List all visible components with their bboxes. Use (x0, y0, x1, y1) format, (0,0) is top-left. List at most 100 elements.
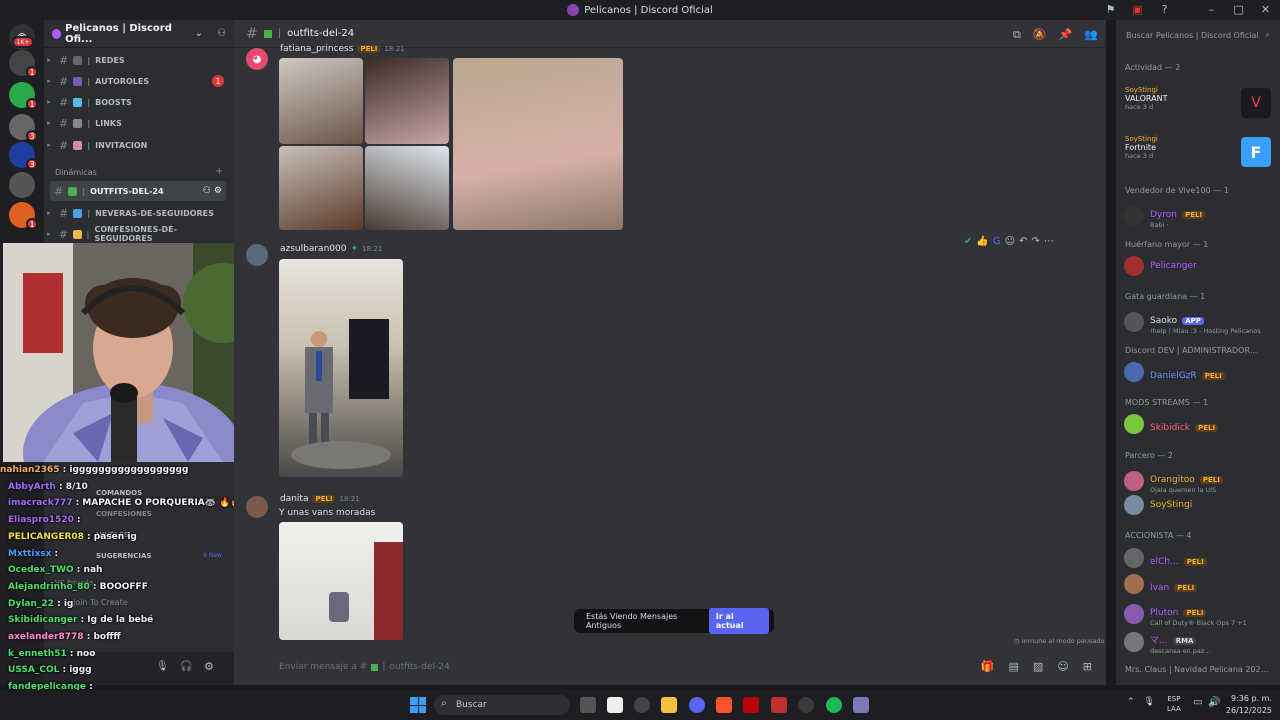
channel-title: outfits-del-24 (287, 28, 355, 39)
add-user-icon[interactable]: ⚇ (217, 28, 226, 39)
channel-item[interactable]: ▸ # | AUTOROLES (44, 71, 230, 91)
photo-figure (291, 319, 391, 469)
mute-icon[interactable]: 🔕 (1033, 28, 1047, 42)
image-attachment[interactable] (279, 522, 403, 640)
image-attachment[interactable] (365, 146, 449, 230)
image-attachment[interactable] (279, 58, 363, 144)
message-text: Y unas vans moradas (279, 508, 376, 518)
member-item[interactable]: Orangitoo PELI Ojala quemen la UIS (1124, 467, 1223, 494)
activity-card[interactable]: SoyStingi Fortnite hace 3 d F (1125, 135, 1271, 171)
help-icon[interactable]: ? (1158, 3, 1171, 16)
member-item[interactable]: Ivan PELI (1124, 574, 1198, 594)
channel-item[interactable]: ▸ # | CONFESIONES-DE-SEGUIDORES (44, 224, 230, 244)
jump-to-present-button[interactable]: Ir al actual (708, 608, 769, 634)
language-indicator[interactable]: ESP LAA (1167, 694, 1181, 714)
image-attachment[interactable] (453, 58, 623, 230)
message-input-placeholder: Enviar mensaje a # (279, 662, 368, 672)
message-input-channel: outfits-del-24 (389, 662, 450, 672)
channel-item[interactable]: ▸ # | NEVERAS-DE-SEGUIDORES (44, 203, 230, 223)
sticker-icon[interactable]: ▨ (1033, 660, 1043, 673)
settings-icon[interactable]: ⚇ ⚙ (203, 186, 222, 196)
chat-line: AbbyArth : 8/10 (8, 481, 88, 492)
chat-line: axelander8778 : boffff (8, 632, 121, 643)
old-messages-bar: Estás Viendo Mensajes Antiguos Ir al act… (574, 608, 774, 634)
guild-header[interactable]: Pelicanos | Discord Ofi... ⌄ ⚇ (44, 20, 234, 48)
member-item[interactable]: elCh... PELI (1124, 548, 1207, 568)
member-item[interactable]: マ... RMA descansa en paz... (1124, 628, 1211, 655)
obs-icon[interactable] (798, 697, 814, 713)
add-channel-icon[interactable]: + (215, 166, 223, 177)
chat-line: Ocedex_TWO : nah (8, 565, 103, 576)
member-item[interactable]: Pelicanger (1124, 256, 1197, 276)
channel-item-active[interactable]: # | OUTFITS-DEL-24 ⚇ ⚙ (50, 181, 226, 201)
channel-item[interactable]: ▸ # | LINKS (44, 113, 230, 133)
chat-line: Skibidicanger : Ig de la bebé (8, 615, 154, 626)
reaction-thumbs-icon[interactable]: 👍 (976, 236, 988, 247)
chat-line: imacrack777 : MAPACHE O PORQUERIA🦝 🔥🔥🔥🔥🔥 (8, 498, 276, 509)
channel-item[interactable]: ▸ # | REDES (44, 50, 230, 70)
image-attachment[interactable] (279, 259, 403, 477)
server-badge: 1 (26, 66, 38, 78)
chat-line: nahian2365 : igggggggggggggggggg (0, 465, 189, 475)
message-author: fatiana_princess PELI 18:21 (280, 44, 405, 54)
clock[interactable]: 9:36 p. m. 26/12/2025 (1226, 693, 1272, 717)
server-avatar[interactable] (9, 172, 35, 198)
member-item[interactable]: Saoko APP !help | Miau :3 - Hosting Pelic… (1124, 308, 1261, 335)
chevron-up-icon[interactable]: ⌃ (1127, 697, 1135, 707)
member-item[interactable]: DanielGzR PELI (1124, 362, 1225, 382)
discord-icon[interactable] (689, 697, 705, 713)
role-header: Huérfano mayor — 1 (1125, 240, 1209, 249)
chrome-icon[interactable] (634, 697, 650, 713)
reaction-g-icon[interactable]: G (993, 236, 1001, 247)
avatar[interactable] (246, 496, 268, 518)
netflix-icon[interactable] (743, 697, 759, 713)
inbox-icon[interactable]: ⚑ (1104, 3, 1117, 16)
member-item[interactable]: Dyron PELI Babi ‧ (1124, 202, 1206, 229)
brave-icon[interactable] (716, 697, 732, 713)
message-input[interactable]: Enviar mensaje a # | outfits-del-24 🎁 ▤ … (264, 654, 1104, 680)
pin-icon[interactable]: 📌 (1059, 28, 1073, 42)
xbox-icon[interactable] (771, 697, 787, 713)
screen-icon[interactable]: ▣ (1131, 3, 1144, 16)
server-badge: 1 (26, 218, 38, 230)
apps-icon[interactable]: ⊞ (1083, 660, 1092, 673)
gif-icon[interactable]: ▤ (1009, 660, 1019, 673)
image-attachment[interactable] (279, 146, 363, 230)
gift-icon[interactable]: 🎁 (981, 660, 995, 673)
close-icon[interactable]: ✕ (1259, 3, 1272, 16)
emoji-icon[interactable]: ☺ (1057, 660, 1068, 673)
windows-start-icon[interactable] (410, 697, 426, 713)
member-item[interactable]: Pluton PELI Call of Duty® Black Ops 7 +1 (1124, 600, 1247, 627)
app-icon[interactable] (853, 697, 869, 713)
task-view-icon[interactable] (580, 697, 596, 713)
member-item[interactable]: Skibidick PELI (1124, 414, 1219, 434)
taskbar-search[interactable]: ⌕ Buscar (434, 695, 570, 715)
notion-icon[interactable] (607, 697, 623, 713)
avatar[interactable]: ◕ (246, 48, 268, 70)
add-reaction-icon[interactable]: ☺ (1005, 236, 1015, 247)
role-header: Vendedor de Vive100 — 1 (1125, 186, 1229, 195)
role-header: Gata guardiana — 1 (1125, 292, 1206, 301)
search-input[interactable]: Buscar Pelicanos | Discord Oficial ⌕ (1116, 26, 1276, 44)
minimize-icon[interactable]: – (1205, 3, 1218, 16)
forward-icon[interactable]: ↷ (1031, 236, 1039, 247)
channel-item[interactable]: ▸ # | BOOSTS (44, 92, 230, 112)
avatar[interactable] (246, 244, 268, 266)
more-icon[interactable]: ⋯ (1044, 236, 1054, 247)
category-dinamicas[interactable]: Dinámicas (55, 168, 97, 177)
message-author: danita PELI 18:21 (280, 494, 360, 504)
mic-tray-icon[interactable]: 🎙 (1144, 697, 1155, 707)
reaction-check-icon[interactable]: ✔ (964, 236, 972, 247)
spotify-icon[interactable] (826, 697, 842, 713)
channel-item[interactable]: ▸ # | INVITACION (44, 135, 230, 155)
image-attachment[interactable] (365, 58, 449, 144)
folder-icon[interactable] (661, 697, 677, 713)
member-item[interactable]: SoyStingi (1124, 495, 1192, 515)
maximize-icon[interactable]: □ (1232, 3, 1245, 16)
members-icon[interactable]: 👥 (1084, 28, 1098, 42)
network-icon[interactable]: ▭ (1193, 697, 1202, 708)
threads-icon[interactable]: ⧉ (1013, 28, 1021, 42)
reply-icon[interactable]: ↶ (1019, 236, 1027, 247)
volume-icon[interactable]: 🔊 (1208, 697, 1220, 708)
activity-card[interactable]: SoyStingi VALORANT hace 3 d V (1125, 86, 1271, 122)
